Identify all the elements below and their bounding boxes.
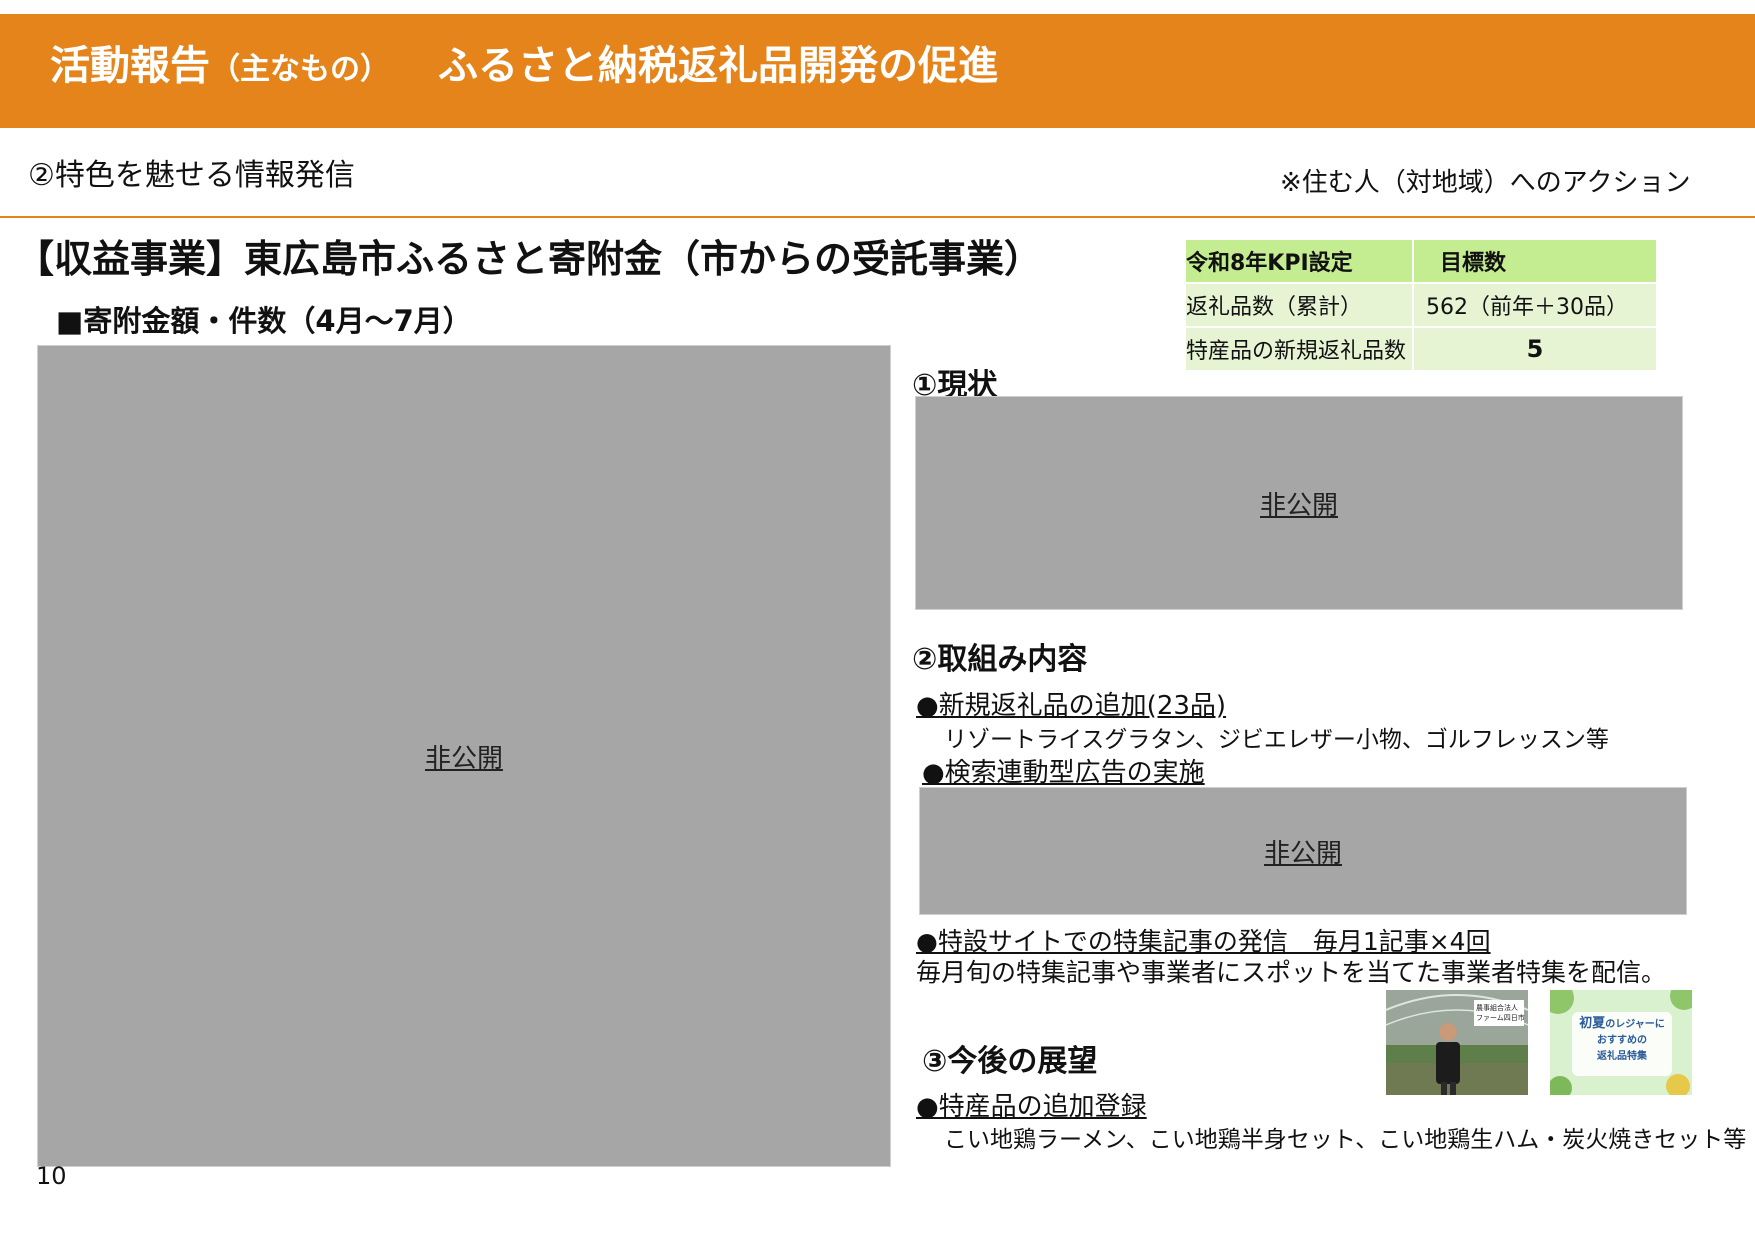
initiative-3-text: 毎月旬の特集記事や事業者にスポットを当てた事業者特集を配信。: [916, 958, 1667, 987]
thumb1-caption-1: 農事組合法人: [1476, 1004, 1518, 1012]
page-number: 10: [36, 1162, 67, 1190]
kpi-row-value: 562（前年＋30品）: [1414, 284, 1658, 328]
action-note: ※住む人（対地域）へのアクション: [1280, 168, 1691, 198]
redacted-label: 非公開: [424, 743, 503, 774]
title-main: 活動報告: [50, 43, 210, 89]
thumb2-line-3: 返礼品特集: [1597, 1051, 1647, 1062]
redacted-status: 非公開: [915, 396, 1683, 610]
thumb2-line-2: おすすめの: [1597, 1035, 1647, 1046]
producer-feature-thumbnail: 農事組合法人 ファーム四日市: [1386, 990, 1528, 1095]
initiative-1-title: ●新規返礼品の追加(23品): [916, 691, 1227, 721]
redacted-label: 非公開: [1263, 838, 1342, 869]
initiative-1-text: リゾートライスグラタン、ジビエレザー小物、ゴルフレッスン等: [944, 727, 1609, 753]
subtitle: ②特色を魅せる情報発信: [28, 158, 355, 193]
thumb1-caption-2: ファーム四日市: [1476, 1014, 1525, 1022]
kpi-table: 令和8年KPI設定 目標数 返礼品数（累計） 562（前年＋30品） 特産品の新…: [1186, 240, 1658, 372]
kpi-row-value: 5: [1414, 328, 1658, 372]
kpi-row-label: 特産品の新規返礼品数: [1186, 328, 1414, 372]
kpi-header-right: 目標数: [1414, 240, 1658, 284]
title-topic: ふるさと納税返礼品開発の促進: [438, 43, 998, 89]
thumb2-line-1: 初夏のレジャーに: [1579, 1016, 1665, 1031]
outlook-1-title: ●特産品の追加登録: [916, 1092, 1147, 1122]
initiatives-heading: ②取組み内容: [912, 642, 1088, 677]
initiative-2-title: ●検索連動型広告の実施: [922, 758, 1205, 788]
redacted-ad: 非公開: [919, 787, 1687, 915]
summer-feature-thumbnail: 初夏のレジャーに おすすめの 返礼品特集: [1550, 990, 1692, 1095]
outlook-heading: ③今後の展望: [922, 1044, 1098, 1079]
page-title: 活動報告（主なもの） ふるさと納税返礼品開発の促進: [50, 38, 998, 98]
divider: [0, 216, 1755, 218]
redacted-label: 非公開: [1259, 490, 1338, 521]
redacted-chart: 非公開: [37, 345, 891, 1167]
section-heading: 【収益事業】東広島市ふるさと寄附金（市からの受託事業）: [16, 237, 1043, 281]
kpi-row-label: 返礼品数（累計）: [1186, 284, 1414, 328]
kpi-header-left: 令和8年KPI設定: [1186, 240, 1414, 284]
outlook-1-text: こい地鶏ラーメン、こい地鶏半身セット、こい地鶏生ハム・炭火焼きセット等: [944, 1127, 1747, 1153]
title-sub: （主なもの）: [210, 52, 390, 87]
chart-heading: ■寄附金額・件数（4月～7月）: [56, 304, 472, 338]
